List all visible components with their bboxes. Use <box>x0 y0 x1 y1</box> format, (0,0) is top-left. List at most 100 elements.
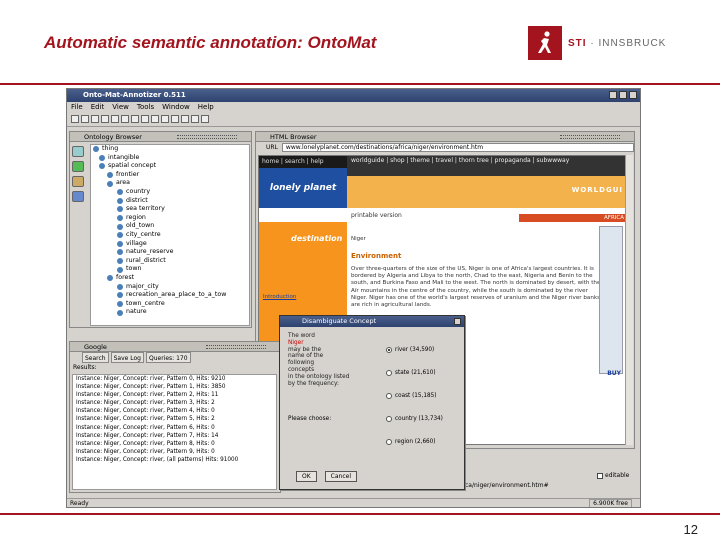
attribute-tool-icon[interactable] <box>72 191 84 202</box>
tree-item[interactable]: city_centre <box>91 231 249 240</box>
tree-item[interactable]: intangible <box>91 154 249 163</box>
tree-item[interactable]: spatial concept <box>91 162 249 171</box>
window-title: Onto-Mat-Annotizer 0.511 <box>83 91 186 99</box>
radio-icon[interactable] <box>386 438 392 445</box>
toolbar-button[interactable] <box>71 115 79 123</box>
list-item: Instance: Niger, Concept: river, Pattern… <box>76 424 215 431</box>
option-region[interactable]: region (2,660) <box>386 430 464 453</box>
top-rule <box>0 83 720 85</box>
tree-item[interactable]: country <box>91 188 249 197</box>
radio-selected-icon[interactable] <box>386 346 392 353</box>
concept-icon <box>117 189 123 196</box>
radio-icon[interactable] <box>386 415 392 422</box>
map-thumbnail[interactable] <box>599 226 623 374</box>
toolbar-button[interactable] <box>191 115 199 123</box>
concept-icon <box>107 275 113 282</box>
option-country[interactable]: country (13,734) <box>386 407 464 430</box>
worldguide-banner: WORLDGUI <box>347 176 625 208</box>
option-coast[interactable]: coast (15,185) <box>386 384 464 407</box>
window-controls <box>609 91 637 99</box>
tree-item[interactable]: sea territory <box>91 205 249 214</box>
tree-item[interactable]: region <box>91 214 249 223</box>
concept-icon <box>117 283 123 290</box>
toolbar-button[interactable] <box>101 115 109 123</box>
region-label: Niger <box>351 236 366 242</box>
tree-item[interactable]: thing <box>91 145 249 154</box>
radio-icon[interactable] <box>386 369 392 376</box>
radio-icon[interactable] <box>386 392 392 399</box>
printable-version-link[interactable]: printable version <box>351 212 402 219</box>
menu-edit[interactable]: Edit <box>91 102 105 113</box>
toolbar-button[interactable] <box>201 115 209 123</box>
tab-search[interactable]: Search <box>82 352 109 363</box>
dialog-titlebar[interactable]: Disambiguate Concept <box>280 316 464 327</box>
instance-tool-icon[interactable] <box>72 161 84 172</box>
memory-indicator: 6.900K free <box>589 499 632 507</box>
google-panel: Google Search Save Log Queries: 170 Resu… <box>69 341 281 493</box>
toolbar-button[interactable] <box>131 115 139 123</box>
list-item: Instance: Niger, Concept: river, (all pa… <box>76 456 239 463</box>
introduction-link[interactable]: Introduction <box>263 294 296 300</box>
editable-toggle[interactable]: editable <box>597 472 629 479</box>
url-bar: URL www.lonelyplanet.com/destinations/af… <box>256 142 634 153</box>
url-input[interactable]: www.lonelyplanet.com/destinations/africa… <box>281 143 634 152</box>
tree-item[interactable]: district <box>91 197 249 206</box>
toolbar-button[interactable] <box>91 115 99 123</box>
toolbar-button[interactable] <box>121 115 129 123</box>
browser-scrollbar[interactable] <box>625 155 633 445</box>
list-item: Instance: Niger, Concept: river, Pattern… <box>76 416 215 423</box>
ontology-browser-header: Ontology Browser <box>70 132 251 142</box>
tree-item[interactable]: rural_district <box>91 257 249 266</box>
editable-checkbox[interactable] <box>597 472 603 479</box>
cancel-button[interactable]: Cancel <box>324 471 357 482</box>
tree-item[interactable]: old_town <box>91 222 249 231</box>
dialog-message: The word Niger may be the name of the fo… <box>288 333 350 387</box>
concept-tool-icon[interactable] <box>72 146 84 157</box>
tree-item[interactable]: recreation_area_place_to_a_tow <box>91 291 249 300</box>
tree-item[interactable]: nature_reserve <box>91 248 249 257</box>
tree-item[interactable]: town_centre <box>91 300 249 309</box>
toolbar-button[interactable] <box>161 115 169 123</box>
menu-tools[interactable]: Tools <box>137 102 154 113</box>
menu-view[interactable]: View <box>112 102 129 113</box>
toolbar-button[interactable] <box>81 115 89 123</box>
tree-item[interactable]: forest <box>91 274 249 283</box>
toolbar-button[interactable] <box>151 115 159 123</box>
menu-help[interactable]: Help <box>198 102 214 113</box>
app-status-bar: Ready 6.900K free <box>67 498 640 507</box>
page-number: 12 <box>683 522 698 537</box>
menu-window[interactable]: Window <box>162 102 190 113</box>
option-state[interactable]: state (21,610) <box>386 361 464 384</box>
window-titlebar[interactable]: Onto-Mat-Annotizer 0.511 <box>67 89 640 102</box>
tree-item[interactable]: area <box>91 179 249 188</box>
tree-item[interactable]: nature <box>91 308 249 317</box>
toolbar-button[interactable] <box>111 115 119 123</box>
lonely-planet-logo[interactable]: lonely planet <box>259 168 347 208</box>
maximize-icon[interactable] <box>619 91 627 99</box>
option-river[interactable]: river (34,590) <box>386 338 464 361</box>
tree-item[interactable]: major_city <box>91 283 249 292</box>
close-icon[interactable] <box>629 91 637 99</box>
tree-item[interactable]: frontier <box>91 171 249 180</box>
tree-item[interactable]: town <box>91 265 249 274</box>
tree-item[interactable]: village <box>91 240 249 249</box>
toolbar-button[interactable] <box>181 115 189 123</box>
menu-file[interactable]: File <box>71 102 83 113</box>
site-nav-right[interactable]: worldguide | shop | theme | travel | tho… <box>347 156 625 176</box>
slide: Automatic semantic annotation: OntoMat S… <box>0 0 720 540</box>
toolbar-button[interactable] <box>171 115 179 123</box>
google-tabs: Search Save Log Queries: 170 <box>70 352 280 363</box>
google-header: Google <box>70 342 280 352</box>
ok-button[interactable]: OK <box>296 471 317 482</box>
tab-save-log[interactable]: Save Log <box>110 352 144 363</box>
disambiguate-dialog[interactable]: Disambiguate Concept The word Niger may … <box>279 315 465 490</box>
ontomat-window[interactable]: Onto-Mat-Annotizer 0.511 File Edit View … <box>66 88 641 508</box>
buy-link[interactable]: BUY <box>607 370 621 377</box>
africa-tab[interactable]: AFRICA <box>519 214 625 222</box>
minimize-icon[interactable] <box>609 91 617 99</box>
relation-tool-icon[interactable] <box>72 176 84 187</box>
list-item: Instance: Niger, Concept: river, Pattern… <box>76 432 219 439</box>
toolbar-button[interactable] <box>141 115 149 123</box>
list-item: Instance: Niger, Concept: river, Pattern… <box>76 408 215 415</box>
dialog-close-icon[interactable] <box>454 318 461 325</box>
